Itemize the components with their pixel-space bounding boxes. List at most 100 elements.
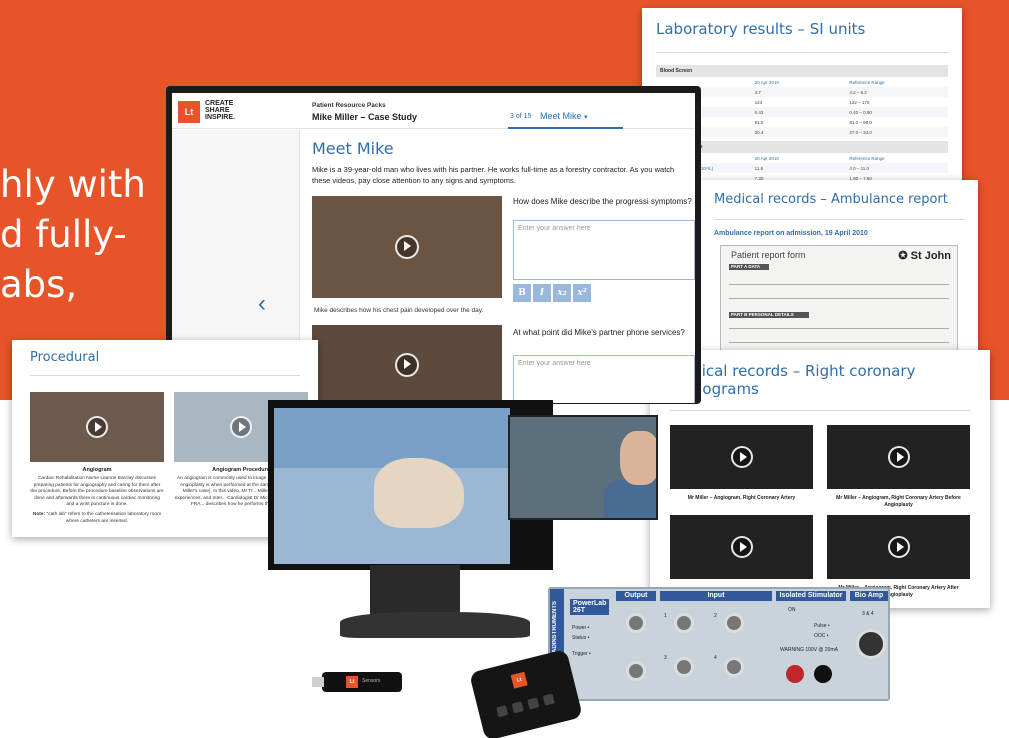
surgical-drape (274, 408, 510, 468)
video-caption: Mike describes how his chest pain develo… (314, 307, 484, 314)
input-connector[interactable] (674, 657, 694, 677)
video-player[interactable] (312, 325, 502, 403)
form-title: Patient report form (731, 250, 806, 260)
form-line (729, 284, 949, 285)
ooc-label: OOC • (814, 633, 829, 639)
dongle-text: Sensors (362, 678, 381, 684)
input-connector[interactable] (674, 613, 694, 633)
play-icon[interactable] (730, 446, 753, 468)
trigger-label: Trigger • (572, 651, 591, 657)
lab-value: 0.43 (754, 109, 764, 115)
note-text: "cath lab" refers to the catheterisation… (46, 511, 162, 524)
format-toolbar: B I x₂ x² (513, 284, 591, 304)
page-selector[interactable]: Meet Mike ▾ (540, 111, 588, 121)
output-connector[interactable] (626, 661, 646, 681)
ambulance-title: Medical records – Ambulance report (714, 192, 948, 207)
lt-logo[interactable]: Lt (178, 101, 200, 123)
course-title: Mike Miller – Case Study (312, 112, 418, 122)
lt-logo: Lt (510, 671, 528, 689)
monitor-stand (370, 565, 460, 615)
angiogram-video[interactable] (827, 425, 970, 489)
answer-input[interactable]: Enter your answer here (513, 220, 695, 280)
doctor-scrubs (604, 479, 656, 518)
input-connector[interactable] (724, 613, 744, 633)
lab-header-cell: 20 Apr 2010 (754, 155, 779, 161)
power-label: Power • (572, 625, 590, 631)
answer-input[interactable]: Enter your answer here (513, 355, 695, 403)
bioamp-connector[interactable] (856, 629, 886, 659)
page-intro: Mike is a 39-year-old man who lives with… (312, 165, 675, 185)
bold-button[interactable]: B (513, 284, 531, 302)
stimulator-negative-jack[interactable] (814, 665, 832, 683)
hub-port[interactable] (496, 705, 509, 718)
hub-port[interactable] (527, 697, 540, 710)
input-number: 2 (714, 613, 717, 619)
play-icon[interactable] (395, 353, 419, 377)
sensor-hub: Lt (469, 648, 583, 738)
input-connector[interactable] (724, 657, 744, 677)
angiogram-grid: Mr Miller – Angiogram, Right Coronary Ar… (670, 425, 970, 605)
angiogram-video[interactable] (670, 515, 813, 579)
play-icon[interactable] (230, 416, 252, 438)
lab-value: 143 (754, 99, 763, 105)
procedural-video[interactable] (30, 392, 164, 462)
lab-results-title: Laboratory results – SI units (656, 20, 866, 38)
superscript-button[interactable]: x² (573, 284, 591, 302)
gloved-hand (374, 458, 464, 528)
breadcrumb[interactable]: Patient Resource Packs (312, 102, 386, 109)
part-b-label: PART B PERSONAL DETAILS (731, 312, 794, 317)
page-title: Meet Mike (312, 139, 394, 158)
monitor-base (340, 612, 530, 638)
page-selector-label: Meet Mike (540, 111, 582, 121)
divider (30, 375, 300, 376)
angiograms-title: Medical records – Right coronary angiogr… (670, 362, 916, 398)
bioamp-section-label: Bio Amp (850, 591, 888, 601)
lab-reference-range: 0.40 – 0.50 (849, 109, 872, 115)
form-line (729, 298, 949, 299)
form-line (729, 342, 949, 343)
chevron-left-icon[interactable]: ‹ (258, 290, 266, 318)
play-icon[interactable] (887, 446, 910, 468)
angiograms-panel: Medical records – Right coronary angiogr… (650, 350, 990, 608)
marketing-composite: hly with d fully- abs, Laboratory result… (0, 0, 1009, 738)
video-player[interactable] (312, 196, 502, 298)
input-section-label: Input (660, 591, 772, 601)
lab-header-cell: Reference Range (849, 79, 885, 85)
procedural-item: Angiogram Cardiac Rehabilitation Nurse L… (30, 392, 164, 525)
divider (714, 219, 964, 220)
play-icon[interactable] (887, 536, 910, 558)
lab-header-cell: 20 Apr 2010 (754, 79, 779, 85)
procedural-note: Note: "cath lab" refers to the catheteri… (30, 512, 164, 525)
interview-video (508, 415, 658, 520)
procedural-heading: Angiogram (82, 467, 112, 473)
angiogram-video[interactable] (670, 425, 813, 489)
doctor-head (620, 431, 656, 485)
procedural-grid: Angiogram Cardiac Rehabilitation Nurse L… (30, 392, 308, 525)
italic-button[interactable]: I (533, 284, 551, 302)
active-page-indicator (508, 127, 623, 129)
hub-port[interactable] (511, 701, 524, 714)
lab-value: 30.4 (754, 129, 764, 135)
usb-plug (312, 677, 324, 687)
hub-port[interactable] (542, 693, 555, 706)
note-label: Note: (32, 511, 46, 517)
lab-value: 11.6 (754, 165, 764, 171)
lab-section-header: Blood Screen (656, 65, 948, 77)
output-section-label: Output (616, 591, 656, 601)
subscript-button[interactable]: x₂ (553, 284, 571, 302)
stimulator-positive-jack[interactable] (786, 665, 804, 683)
lab-value: 91.0 (754, 119, 764, 125)
procedural-title: Procedural (30, 350, 100, 365)
device-model: PowerLab 26T (570, 599, 610, 615)
lab-reference-range: 4.0 – 11.0 (849, 165, 870, 171)
play-icon[interactable] (730, 536, 753, 558)
play-icon[interactable] (86, 416, 108, 438)
question-2: At what point did Mike's partner phone s… (513, 328, 685, 337)
input-number: 3 (664, 655, 667, 661)
play-icon[interactable] (395, 235, 419, 259)
angiogram-video[interactable] (827, 515, 970, 579)
caret-down-icon: ▾ (584, 114, 588, 121)
output-connector[interactable] (626, 613, 646, 633)
pulse-label: Pulse • (814, 623, 830, 629)
angiogram-caption: Mr Miller – Angiogram, Right Coronary Ar… (836, 495, 961, 508)
